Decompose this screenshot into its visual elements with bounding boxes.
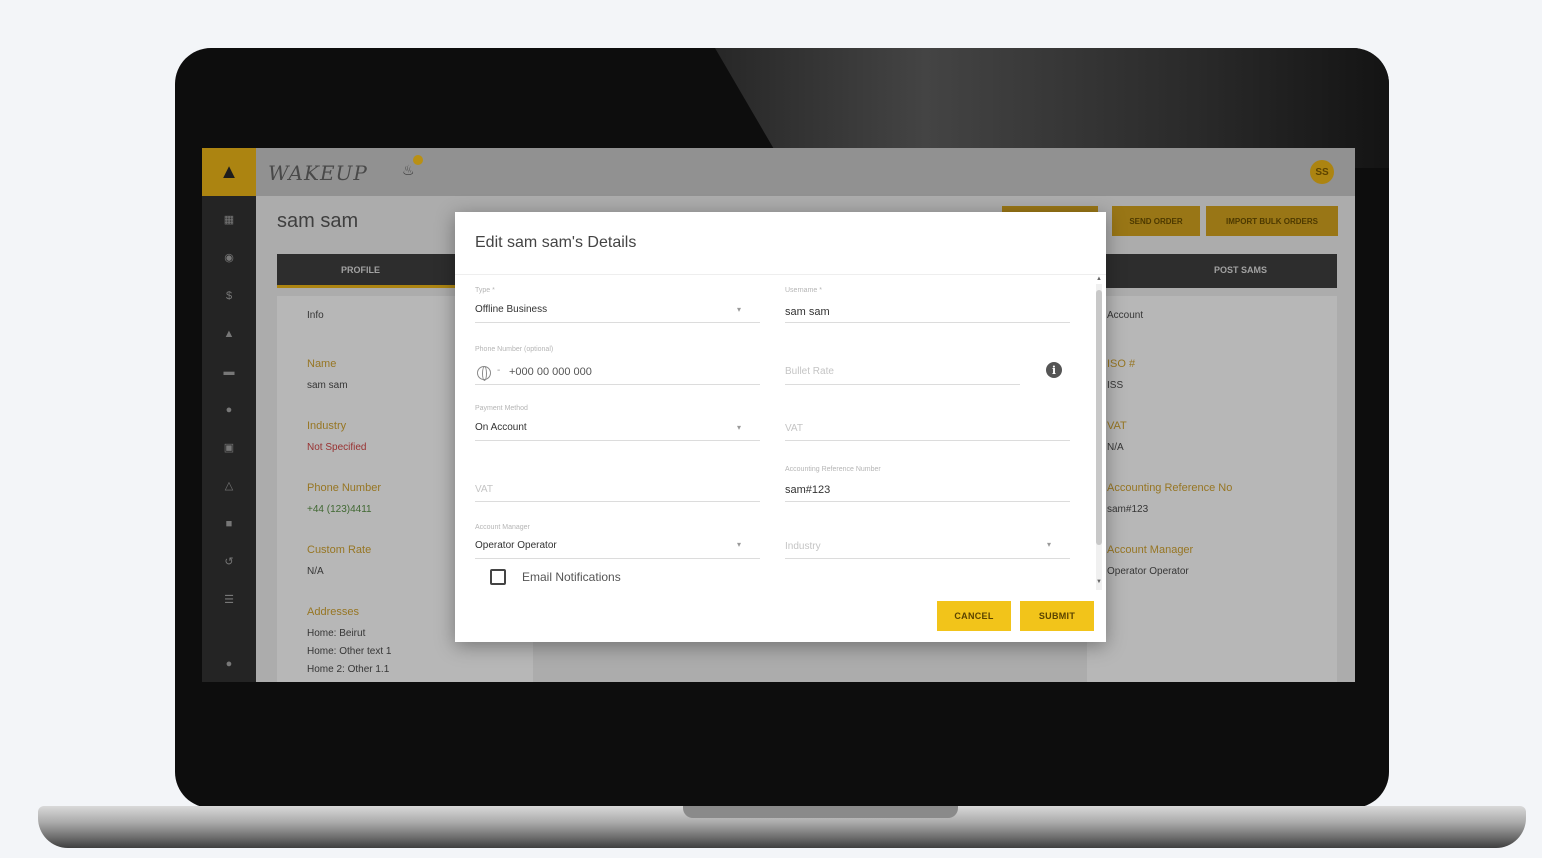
field-underline	[475, 558, 760, 559]
field-underline	[475, 384, 760, 385]
scroll-up-arrow[interactable]: ▲	[1096, 276, 1102, 282]
type-label: Type *	[475, 287, 495, 294]
edit-details-dialog: Edit sam sam's Details Type * Offline Bu…	[455, 212, 1106, 642]
field-underline	[785, 558, 1070, 559]
email-notifications-label: Email Notifications	[522, 570, 621, 584]
payment-method-select[interactable]: Payment Method On Account ▾	[475, 405, 760, 443]
field-underline	[785, 322, 1070, 323]
phone-value: +000 00 000 000	[509, 366, 592, 378]
info-icon[interactable]: i	[1046, 362, 1062, 378]
type-value: Offline Business	[475, 304, 548, 315]
vat-placeholder: VAT	[475, 484, 493, 495]
vat-field-secondary[interactable]: VAT	[475, 466, 760, 504]
chevron-down-icon: ▾	[737, 540, 742, 549]
cancel-button[interactable]: CANCEL	[937, 601, 1011, 631]
globe-icon[interactable]	[477, 366, 491, 381]
type-select[interactable]: Type * Offline Business ▾	[475, 287, 760, 325]
field-underline	[785, 384, 1020, 385]
field-underline	[785, 501, 1070, 502]
field-underline	[475, 501, 760, 502]
vat-placeholder: VAT	[785, 423, 803, 434]
industry-select[interactable]: Industry ▾	[785, 524, 1070, 562]
username-value: sam sam	[785, 306, 830, 318]
bullet-rate-placeholder: Bullet Rate	[785, 366, 834, 377]
account-manager-select[interactable]: Account Manager Operator Operator ▾	[475, 524, 760, 562]
field-underline	[475, 322, 760, 323]
dialog-divider	[455, 274, 1106, 275]
dialog-title: Edit sam sam's Details	[475, 234, 637, 251]
chevron-down-icon: ▾	[1047, 540, 1052, 549]
chevron-down-icon: ▾	[737, 305, 742, 314]
chevron-down-icon: ▾	[737, 423, 742, 432]
username-label: Username *	[785, 287, 822, 294]
payment-method-value: On Account	[475, 422, 527, 433]
accounting-reference-field[interactable]: Accounting Reference Number sam#123	[785, 466, 1070, 504]
phone-label: Phone Number (optional)	[475, 346, 554, 353]
vat-field[interactable]: VAT	[785, 405, 1070, 443]
bullet-rate-field[interactable]: Bullet Rate	[785, 346, 1025, 386]
accounting-reference-value: sam#123	[785, 484, 831, 496]
industry-placeholder: Industry	[785, 541, 821, 552]
phone-field[interactable]: Phone Number (optional) - +000 00 000 00…	[475, 346, 760, 386]
account-manager-label: Account Manager	[475, 524, 530, 531]
accounting-reference-label: Accounting Reference Number	[785, 466, 881, 473]
payment-method-label: Payment Method	[475, 405, 528, 412]
field-underline	[475, 440, 760, 441]
laptop-base	[38, 806, 1526, 848]
laptop-notch	[683, 806, 958, 818]
account-manager-value: Operator Operator	[475, 540, 557, 551]
email-notifications-checkbox[interactable]	[490, 569, 506, 585]
username-field[interactable]: Username * sam sam	[785, 287, 1070, 325]
field-underline	[785, 440, 1070, 441]
scroll-down-arrow[interactable]: ▼	[1096, 579, 1102, 585]
dialog-scrollbar-thumb[interactable]	[1096, 290, 1102, 545]
submit-button[interactable]: SUBMIT	[1020, 601, 1094, 631]
